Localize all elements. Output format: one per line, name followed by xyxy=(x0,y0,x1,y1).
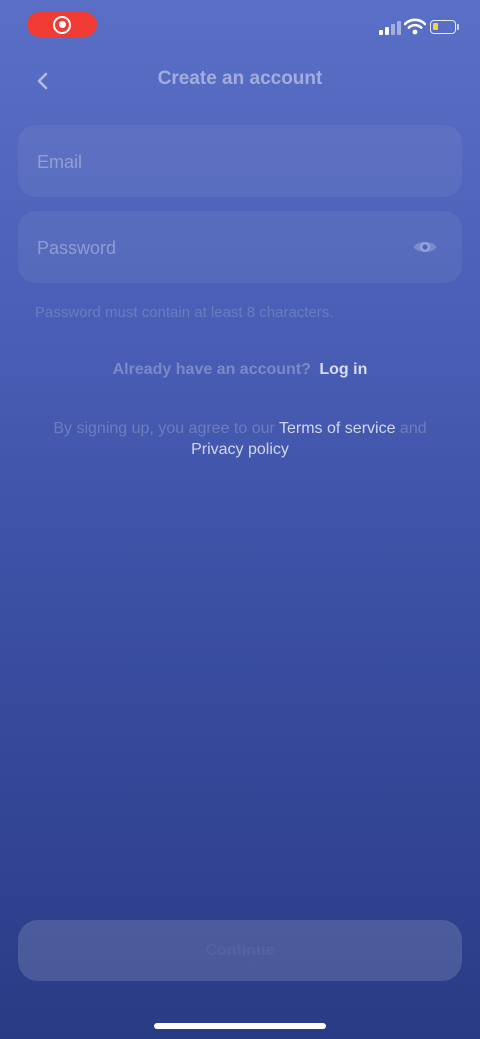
password-field[interactable] xyxy=(35,211,409,285)
email-field-container xyxy=(18,125,462,199)
password-hint: Password must contain at least 8 charact… xyxy=(35,304,334,321)
email-field[interactable] xyxy=(35,125,409,199)
battery-cap xyxy=(457,24,459,30)
battery-icon xyxy=(430,20,456,34)
status-bar xyxy=(0,0,480,56)
eye-icon xyxy=(413,242,437,252)
wifi-icon xyxy=(404,18,426,35)
continue-button[interactable]: Continue xyxy=(18,920,462,981)
show-password-button[interactable] xyxy=(410,233,440,261)
terms-prefix: By signing up, you agree to our xyxy=(53,420,275,437)
terms-conjunction: and xyxy=(399,420,427,437)
terms-text: By signing up, you agree to our Terms of… xyxy=(40,418,440,460)
page-title: Create an account xyxy=(157,68,323,89)
privacy-policy-link[interactable]: Privacy policy xyxy=(191,441,289,458)
cellular-signal-icon xyxy=(379,19,401,35)
record-dot xyxy=(58,21,66,28)
continue-button-label: Continue xyxy=(205,941,275,959)
screen-record-icon[interactable] xyxy=(27,12,97,37)
login-link[interactable]: Log in xyxy=(319,361,367,378)
battery-level xyxy=(433,23,438,30)
login-prompt: Already have an account? Log in xyxy=(0,361,480,379)
home-indicator[interactable] xyxy=(154,1023,326,1029)
password-field-container xyxy=(18,211,462,285)
terms-of-service-link[interactable]: Terms of service xyxy=(279,420,395,437)
login-question: Already have an account? xyxy=(112,361,311,378)
